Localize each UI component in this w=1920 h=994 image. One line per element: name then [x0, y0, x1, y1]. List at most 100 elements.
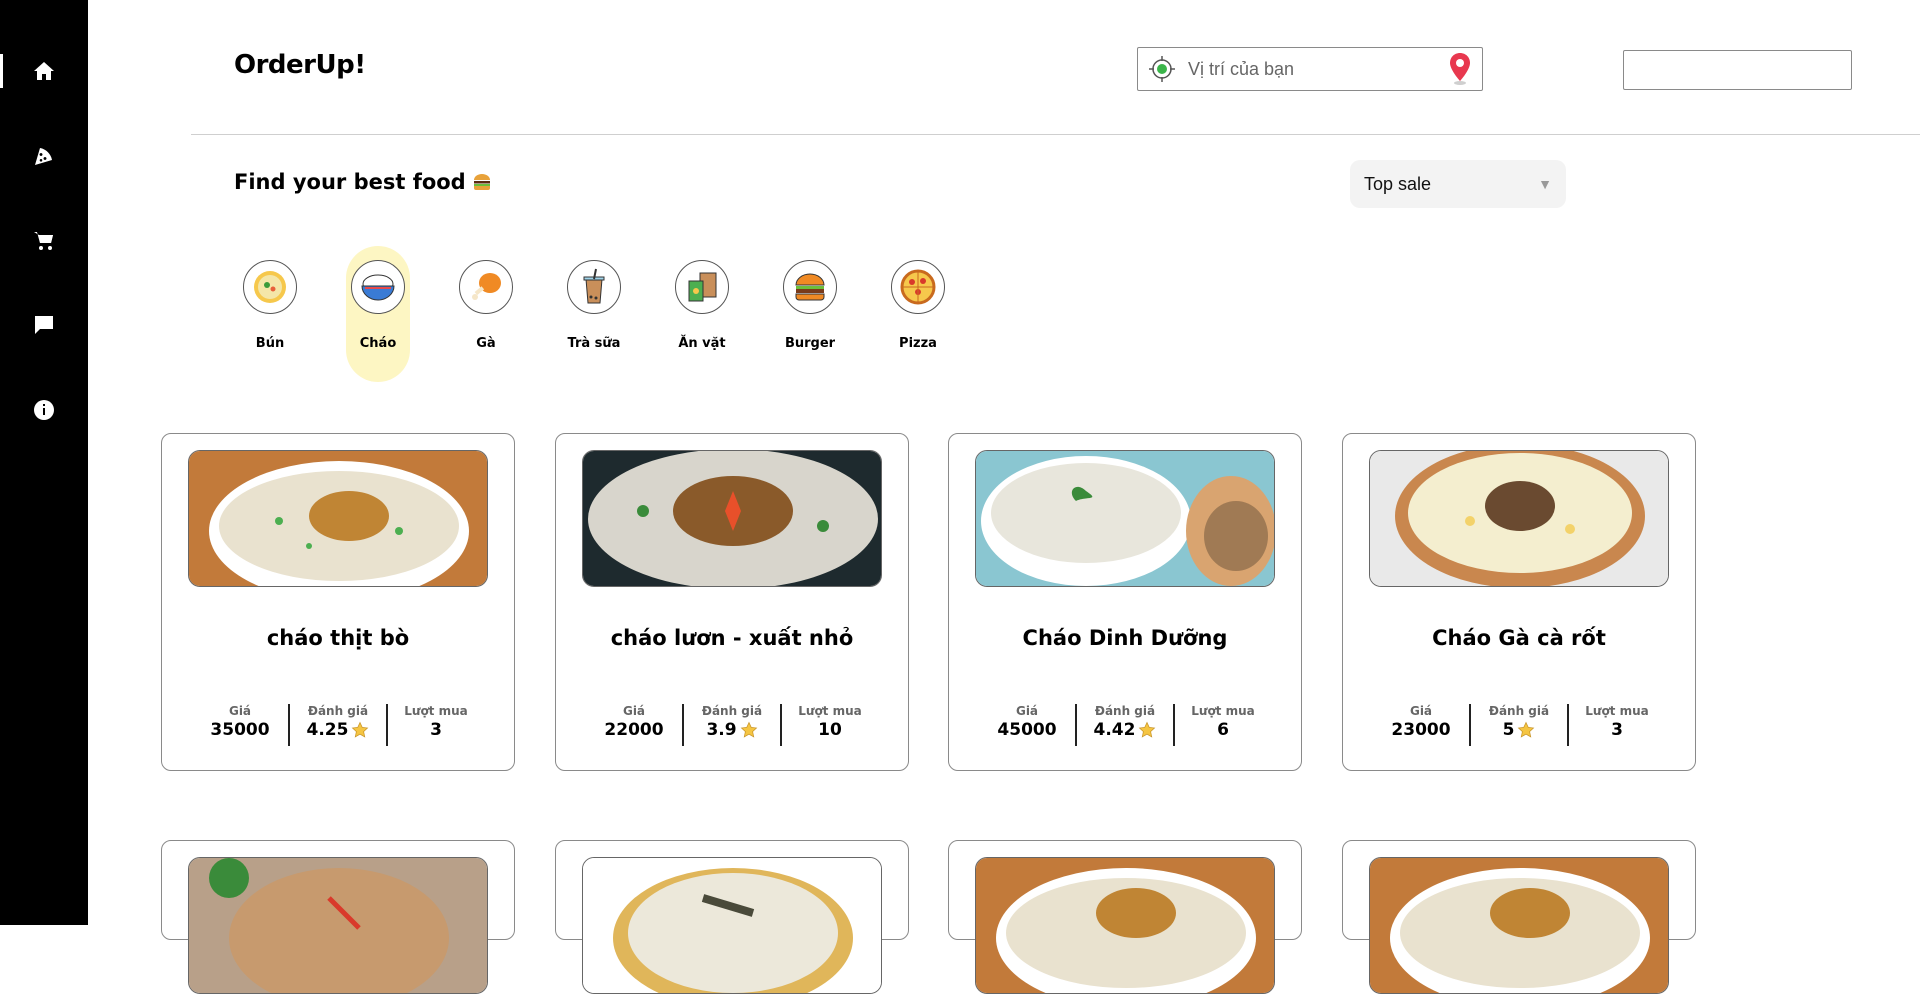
category-label: Burger — [784, 336, 836, 351]
sold-stat: Lượt mua 6 — [1173, 704, 1271, 746]
rating-label: Đánh giá — [1094, 704, 1156, 718]
product-name: cháo lươn - xuất nhỏ — [610, 626, 854, 650]
product-name: cháo thịt bò — [266, 626, 410, 650]
price-value: 35000 — [210, 720, 270, 740]
sold-value: 6 — [1217, 720, 1229, 740]
milk-tea-icon — [567, 260, 621, 314]
price-value: 23000 — [1391, 720, 1451, 740]
location-input[interactable] — [1186, 48, 1438, 90]
product-stats: Giá 35000 Đánh giá 4.25 Lượt mua 3 — [192, 704, 484, 746]
price-label: Giá — [1409, 704, 1433, 718]
product-image — [1369, 857, 1669, 994]
category-label: Gà — [476, 336, 496, 351]
category-an-vat[interactable]: Ăn vặt — [670, 246, 734, 382]
chat-icon — [35, 316, 53, 334]
noodle-bowl-icon — [243, 260, 297, 314]
category-burger[interactable]: Burger — [778, 246, 842, 382]
category-label: Ăn vặt — [678, 336, 726, 351]
rating-value-wrap: 4.42 — [1094, 720, 1157, 740]
category-bun[interactable]: Bún — [238, 246, 302, 382]
rating-value: 4.42 — [1093, 720, 1136, 740]
product-card[interactable]: Cháo Dinh Dưỡng Giá 45000 Đánh giá 4.42 … — [948, 433, 1302, 771]
product-image — [188, 450, 488, 587]
product-card[interactable]: cháo lươn - xuất nhỏ Giá 22000 Đánh giá … — [555, 433, 909, 771]
product-image — [975, 857, 1275, 994]
snack-icon — [675, 260, 729, 314]
sold-label: Lượt mua — [404, 704, 468, 718]
sidebar — [0, 0, 88, 925]
sold-value: 10 — [818, 720, 842, 740]
product-image — [975, 450, 1275, 587]
product-card[interactable] — [1342, 840, 1696, 994]
rice-porridge-icon — [351, 260, 405, 314]
category-label: Trà sữa — [567, 336, 621, 351]
product-card[interactable]: Cháo Gà cà rốt Giá 23000 Đánh giá 5 Lượt… — [1342, 433, 1696, 771]
product-stats: Giá 45000 Đánh giá 4.42 Lượt mua 6 — [979, 704, 1271, 746]
burger-emoji-icon — [473, 174, 490, 190]
sold-stat: Lượt mua 10 — [780, 704, 878, 746]
star-icon — [352, 721, 369, 738]
category-pizza[interactable]: Pizza — [886, 246, 950, 382]
rating-stat: Đánh giá 3.9 — [682, 704, 780, 746]
brand-logo[interactable]: OrderUp! — [234, 50, 366, 80]
price-stat: Giá 23000 — [1373, 704, 1469, 746]
star-icon — [740, 721, 757, 738]
category-chao[interactable]: Cháo — [346, 246, 410, 382]
rating-value-wrap: 4.25 — [307, 720, 370, 740]
sold-label: Lượt mua — [1585, 704, 1649, 718]
home-icon — [34, 62, 54, 80]
product-name: Cháo Dinh Dưỡng — [1022, 626, 1228, 650]
sold-value: 3 — [430, 720, 442, 740]
star-icon — [1518, 721, 1535, 738]
product-image — [582, 857, 882, 994]
rating-value: 4.25 — [306, 720, 349, 740]
section-title-text: Find your best food — [234, 170, 466, 194]
sold-stat: Lượt mua 3 — [1567, 704, 1665, 746]
section-title: Find your best food — [234, 170, 492, 194]
home-nav-button[interactable] — [0, 51, 88, 91]
category-tra-sua[interactable]: Trà sữa — [562, 246, 626, 382]
info-icon — [34, 400, 54, 420]
cart-nav-button[interactable] — [0, 221, 88, 261]
menu-nav-button[interactable] — [0, 136, 88, 176]
locate-me-icon[interactable] — [1138, 47, 1186, 91]
price-value: 22000 — [604, 720, 664, 740]
pizza-icon — [891, 260, 945, 314]
product-image — [582, 450, 882, 587]
category-label: Bún — [255, 336, 285, 351]
sort-dropdown[interactable]: Top sale ▼ — [1350, 160, 1566, 208]
rating-label: Đánh giá — [307, 704, 369, 718]
category-label: Pizza — [899, 336, 937, 351]
product-name: Cháo Gà cà rốt — [1432, 626, 1606, 650]
product-card[interactable] — [555, 840, 909, 994]
product-image — [188, 857, 488, 994]
rating-label: Đánh giá — [701, 704, 763, 718]
chat-nav-button[interactable] — [0, 305, 88, 345]
rating-value: 5 — [1502, 720, 1515, 740]
price-stat: Giá 35000 — [192, 704, 288, 746]
location-search — [1137, 47, 1483, 91]
sold-label: Lượt mua — [798, 704, 862, 718]
chevron-down-icon: ▼ — [1538, 176, 1552, 192]
rating-value-wrap: 3.9 — [706, 720, 757, 740]
rating-label: Đánh giá — [1488, 704, 1550, 718]
info-nav-button[interactable] — [0, 390, 88, 430]
price-label: Giá — [622, 704, 646, 718]
product-card[interactable] — [948, 840, 1302, 994]
sold-stat: Lượt mua 3 — [386, 704, 484, 746]
price-stat: Giá 22000 — [586, 704, 682, 746]
price-label: Giá — [228, 704, 252, 718]
chicken-leg-icon — [459, 260, 513, 314]
product-image — [1369, 450, 1669, 587]
rating-stat: Đánh giá 4.25 — [288, 704, 386, 746]
account-field[interactable] — [1623, 50, 1852, 90]
product-card[interactable] — [161, 840, 515, 994]
category-label: Cháo — [359, 336, 397, 351]
product-stats: Giá 22000 Đánh giá 3.9 Lượt mua 10 — [586, 704, 878, 746]
product-card[interactable]: cháo thịt bò Giá 35000 Đánh giá 4.25 Lượ… — [161, 433, 515, 771]
map-pin-icon[interactable] — [1438, 47, 1482, 91]
rating-value: 3.9 — [706, 720, 737, 740]
category-ga[interactable]: Gà — [454, 246, 518, 382]
star-icon — [1139, 721, 1156, 738]
rating-value-wrap: 5 — [1503, 720, 1536, 740]
